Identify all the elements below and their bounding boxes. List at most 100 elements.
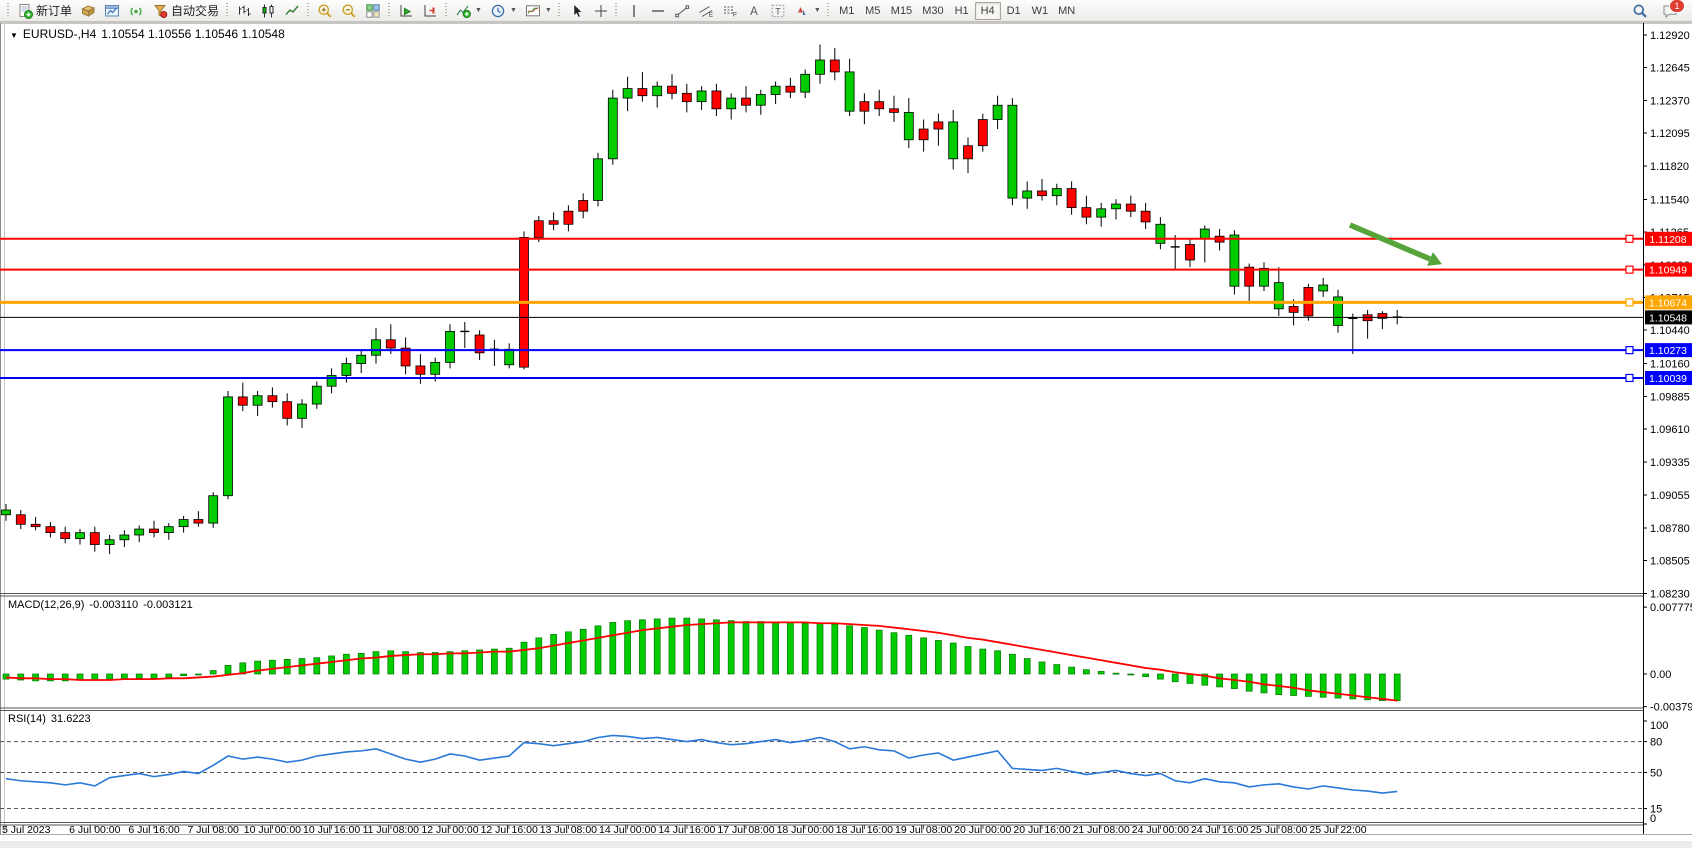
candle-body bbox=[964, 146, 973, 159]
toolbar-group-separator bbox=[387, 3, 390, 18]
charts-window-button[interactable] bbox=[100, 1, 124, 20]
candle-body bbox=[312, 386, 321, 404]
crosshair-button[interactable] bbox=[589, 1, 613, 20]
macd-histogram-bar bbox=[1276, 674, 1282, 695]
candle-body bbox=[150, 529, 159, 533]
candle-body bbox=[431, 362, 440, 374]
line-handle[interactable] bbox=[1626, 347, 1633, 354]
search-button[interactable] bbox=[1628, 1, 1652, 20]
add-indicator-icon bbox=[455, 3, 471, 19]
candle-body bbox=[342, 364, 351, 376]
auto-scroll-icon bbox=[398, 3, 414, 19]
candle-body bbox=[756, 95, 765, 106]
candle-body bbox=[830, 60, 839, 72]
toolbar-group-separator bbox=[225, 3, 228, 18]
candle-body bbox=[1038, 191, 1047, 196]
date-axis-label: 13 Jul 08:00 bbox=[540, 824, 597, 836]
macd-histogram-bar bbox=[181, 674, 187, 676]
zoom-in-button[interactable] bbox=[313, 1, 337, 20]
zoom-out-button[interactable] bbox=[337, 1, 361, 20]
timeframe-button-m5[interactable]: M5 bbox=[860, 2, 886, 20]
label-icon: T bbox=[770, 3, 786, 19]
candle-body bbox=[2, 510, 11, 515]
timeframe-button-m1[interactable]: M1 bbox=[834, 2, 860, 20]
price-axis-label: 1.09885 bbox=[1650, 391, 1690, 403]
macd-histogram-bar bbox=[314, 658, 320, 674]
macd-histogram-bar bbox=[1291, 674, 1297, 696]
macd-histogram-bar bbox=[551, 634, 557, 674]
candle-body bbox=[224, 397, 233, 496]
market-watch-button[interactable] bbox=[76, 1, 100, 20]
timeframe-button-h4[interactable]: H4 bbox=[975, 2, 1001, 20]
candle-body bbox=[978, 120, 987, 146]
chart-canvas[interactable]: 1.129201.126451.123701.120951.118201.115… bbox=[0, 22, 1692, 848]
equidistant-channel-button[interactable]: E bbox=[694, 1, 718, 20]
chat-button[interactable]: 1 bbox=[1658, 1, 1682, 20]
cursor-button[interactable] bbox=[565, 1, 589, 20]
timeframe-button-m15[interactable]: M15 bbox=[886, 2, 917, 20]
macd-histogram-bar bbox=[1320, 674, 1326, 697]
toolbar-group-separator bbox=[827, 3, 830, 18]
price-axis-label: 1.11540 bbox=[1650, 194, 1689, 206]
timeframe-button-d1[interactable]: D1 bbox=[1001, 2, 1027, 20]
candle-body bbox=[1112, 204, 1121, 209]
dropdown-caret-icon[interactable]: ▼ bbox=[545, 7, 552, 14]
macd-histogram-bar bbox=[1069, 667, 1075, 674]
macd-histogram-bar bbox=[861, 628, 867, 674]
auto-scroll-button[interactable] bbox=[394, 1, 418, 20]
text-button[interactable]: A bbox=[742, 1, 766, 20]
signals-button[interactable] bbox=[124, 1, 148, 20]
macd-histogram-bar bbox=[935, 640, 941, 674]
tile-windows-button[interactable] bbox=[361, 1, 385, 20]
candle-body bbox=[1289, 306, 1298, 312]
timeframe-button-h1[interactable]: H1 bbox=[949, 2, 975, 20]
chart-shift-button[interactable] bbox=[418, 1, 442, 20]
text-label-button[interactable]: T bbox=[766, 1, 790, 20]
horizontal-line-button[interactable] bbox=[646, 1, 670, 20]
macd-histogram-bar bbox=[477, 650, 483, 674]
line-handle[interactable] bbox=[1626, 266, 1633, 273]
indicators-button[interactable]: ▼ bbox=[451, 1, 486, 20]
line-chart-button[interactable] bbox=[280, 1, 304, 20]
candle-body bbox=[298, 404, 307, 418]
vertical-line-button[interactable] bbox=[622, 1, 646, 20]
price-axis-label: 1.10440 bbox=[1650, 325, 1690, 337]
dropdown-caret-icon[interactable]: ▼ bbox=[475, 7, 482, 14]
line-handle[interactable] bbox=[1626, 374, 1633, 381]
window-bottom-strip bbox=[0, 841, 1692, 848]
arrows-button[interactable]: ▼ bbox=[790, 1, 825, 20]
macd-histogram-bar bbox=[832, 624, 838, 674]
dropdown-caret-icon[interactable]: ▼ bbox=[814, 7, 821, 14]
candle-chart-button[interactable] bbox=[256, 1, 280, 20]
date-axis-label: 17 Jul 08:00 bbox=[717, 824, 774, 836]
timeframe-button-mn[interactable]: MN bbox=[1053, 2, 1080, 20]
rsi-line bbox=[6, 735, 1397, 793]
line-handle[interactable] bbox=[1626, 299, 1633, 306]
bar-chart-button[interactable] bbox=[232, 1, 256, 20]
macd-histogram-bar bbox=[1113, 673, 1119, 674]
timeframe-button-w1[interactable]: W1 bbox=[1027, 2, 1054, 20]
macd-axis-label: 0.007775 bbox=[1650, 602, 1692, 614]
templates-button[interactable]: ▼ bbox=[521, 1, 556, 20]
crosshair-icon bbox=[593, 3, 609, 19]
dropdown-caret-icon[interactable]: ▼ bbox=[510, 7, 517, 14]
search-icon bbox=[1632, 3, 1648, 19]
trend-arrow-annotation[interactable] bbox=[1350, 225, 1430, 259]
fibonacci-button[interactable]: F bbox=[718, 1, 742, 20]
timeframe-button-m30[interactable]: M30 bbox=[917, 2, 948, 20]
candle-body bbox=[1126, 204, 1135, 211]
macd-histogram-bar bbox=[447, 652, 453, 674]
macd-histogram-bar bbox=[1098, 671, 1104, 674]
line-handle[interactable] bbox=[1626, 235, 1633, 242]
macd-histogram-bar bbox=[906, 635, 912, 674]
date-axis-label: 11 Jul 08:00 bbox=[363, 824, 420, 836]
trendline-button[interactable] bbox=[670, 1, 694, 20]
new-order-button-label: 新订单 bbox=[36, 2, 72, 19]
candle-body bbox=[253, 396, 262, 406]
auto-trading-button[interactable]: 自动交易 bbox=[148, 1, 223, 20]
new-order-button[interactable]: 新订单 bbox=[13, 1, 76, 20]
periods-button[interactable]: ▼ bbox=[486, 1, 521, 20]
macd-histogram-bar bbox=[1217, 674, 1223, 687]
chart-dropdown-icon[interactable]: ▼ bbox=[10, 31, 18, 40]
auto-trading-icon bbox=[152, 3, 168, 19]
